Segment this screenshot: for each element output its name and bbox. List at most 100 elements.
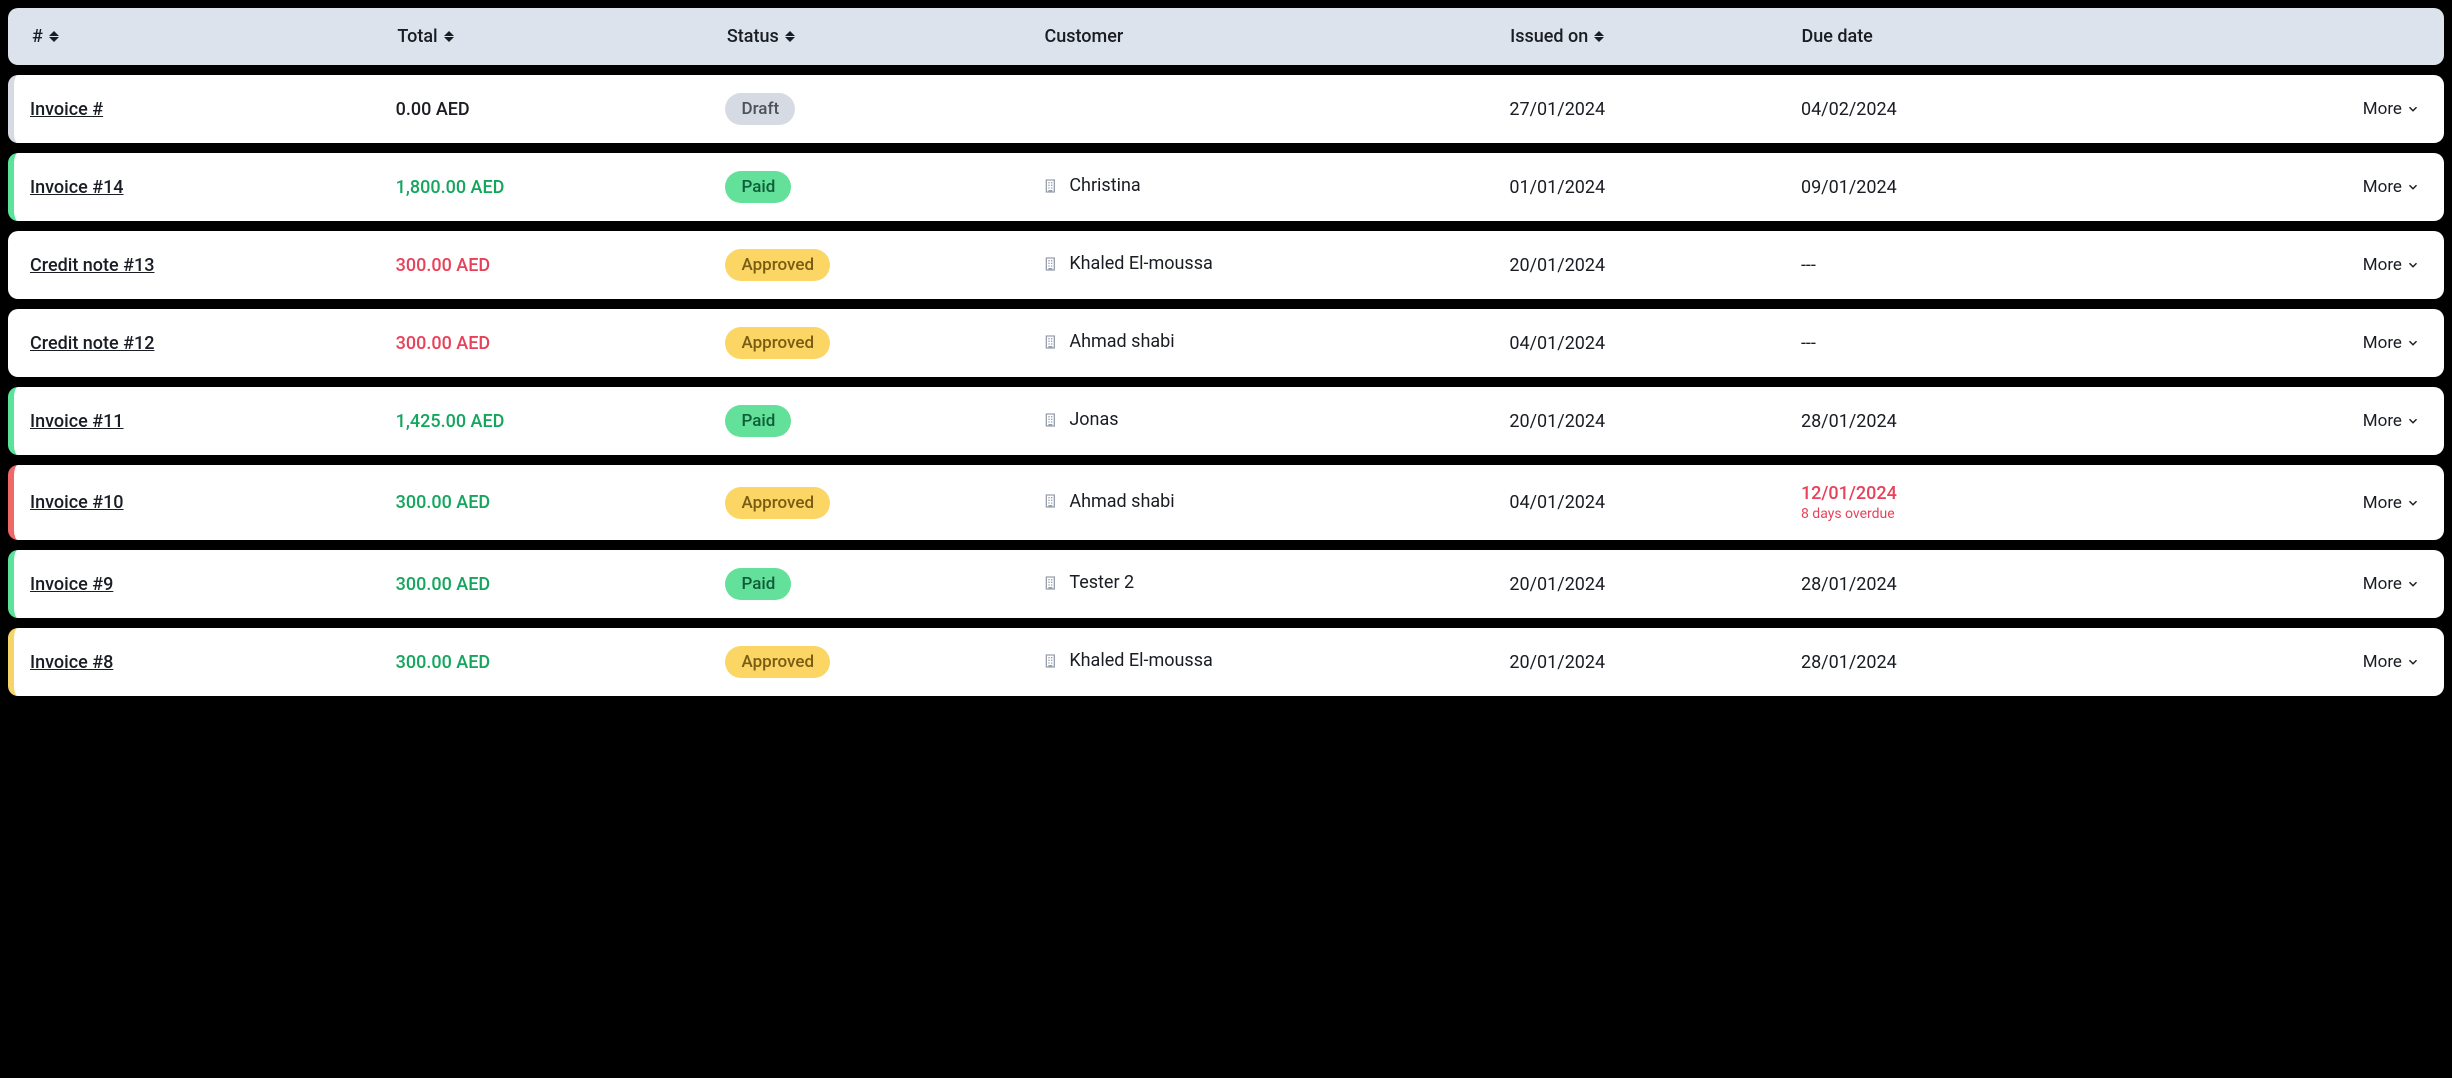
more-button[interactable]: More [2363,333,2420,353]
invoice-link[interactable]: Invoice # [30,99,103,120]
invoice-link[interactable]: Invoice #8 [30,652,113,673]
total-cell: 300.00 AED [396,255,726,276]
sort-number[interactable]: # [32,26,61,47]
building-icon [1043,493,1059,509]
more-button[interactable]: More [2363,411,2420,431]
more-label: More [2363,255,2402,275]
more-button[interactable]: More [2363,493,2420,513]
table-row: Invoice # 0.00 AED Draft 27/01/2024 04/0… [8,75,2444,143]
building-icon [1043,412,1059,428]
due-cell: --- [1801,255,2219,276]
due-cell: 28/01/2024 [1801,574,2219,595]
table-header: # Total Status Customer Issued on [8,8,2444,65]
total-cell: 1,800.00 AED [396,177,726,198]
chevron-down-icon [2406,414,2420,428]
table-row: Invoice #14 1,800.00 AED Paid Christina … [8,153,2444,221]
invoice-link[interactable]: Invoice #9 [30,574,113,595]
total-cell: 300.00 AED [396,333,726,354]
customer-cell: Khaled El-moussa [1043,650,1212,671]
chevron-down-icon [2406,577,2420,591]
more-label: More [2363,574,2402,594]
issued-cell: 20/01/2024 [1509,652,1801,673]
sort-total[interactable]: Total [397,26,455,47]
due-cell: 28/01/2024 [1801,411,2219,432]
sort-icon [1594,29,1606,45]
table-row: Credit note #13 300.00 AED Approved Khal… [8,231,2444,299]
header-due: Due date [1801,26,1872,47]
customer-cell: Christina [1043,175,1140,196]
chevron-down-icon [2406,258,2420,272]
customer-name: Jonas [1069,409,1118,430]
invoice-link[interactable]: Credit note #12 [30,333,154,354]
more-button[interactable]: More [2363,177,2420,197]
issued-cell: 20/01/2024 [1509,255,1801,276]
issued-cell: 04/01/2024 [1509,333,1801,354]
chevron-down-icon [2406,336,2420,350]
total-cell: 300.00 AED [396,652,726,673]
chevron-down-icon [2406,655,2420,669]
more-button[interactable]: More [2363,255,2420,275]
sort-status[interactable]: Status [727,26,797,47]
table-row: Invoice #10 300.00 AED Approved Ahmad sh… [8,465,2444,540]
more-label: More [2363,177,2402,197]
issued-cell: 27/01/2024 [1509,99,1801,120]
due-cell: 28/01/2024 [1801,652,2219,673]
sort-issued[interactable]: Issued on [1510,26,1606,47]
more-label: More [2363,99,2402,119]
more-label: More [2363,333,2402,353]
issued-cell: 04/01/2024 [1509,492,1801,513]
customer-cell: Ahmad shabi [1043,331,1174,352]
issued-cell: 01/01/2024 [1509,177,1801,198]
total-cell: 1,425.00 AED [396,411,726,432]
header-label-number: # [32,26,43,47]
status-badge: Paid [725,405,791,437]
building-icon [1043,178,1059,194]
more-button[interactable]: More [2363,652,2420,672]
due-cell: 09/01/2024 [1801,177,2219,198]
more-button[interactable]: More [2363,99,2420,119]
chevron-down-icon [2406,180,2420,194]
due-cell: 12/01/2024 8 days overdue [1801,483,2219,522]
building-icon [1043,575,1059,591]
chevron-down-icon [2406,102,2420,116]
total-cell: 300.00 AED [396,492,726,513]
customer-name: Khaled El-moussa [1069,253,1212,274]
invoice-link[interactable]: Invoice #11 [30,411,124,432]
building-icon [1043,653,1059,669]
due-cell: 04/02/2024 [1801,99,2219,120]
more-button[interactable]: More [2363,574,2420,594]
sort-icon [444,29,456,45]
header-label-total: Total [397,26,437,47]
total-cell: 0.00 AED [396,99,726,120]
header-customer: Customer [1044,26,1123,47]
chevron-down-icon [2406,496,2420,510]
customer-name: Christina [1069,175,1140,196]
overdue-text: 8 days overdue [1801,506,2219,522]
table-row: Credit note #12 300.00 AED Approved Ahma… [8,309,2444,377]
sort-icon [49,29,61,45]
invoice-link[interactable]: Invoice #14 [30,177,124,198]
customer-name: Ahmad shabi [1069,331,1174,352]
customer-cell: Khaled El-moussa [1043,253,1212,274]
customer-cell: Ahmad shabi [1043,491,1174,512]
status-badge: Paid [725,568,791,600]
total-cell: 300.00 AED [396,574,726,595]
more-label: More [2363,493,2402,513]
invoice-link[interactable]: Credit note #13 [30,255,154,276]
status-badge: Approved [725,646,830,678]
status-badge: Approved [725,327,830,359]
sort-icon [785,29,797,45]
more-label: More [2363,652,2402,672]
table-row: Invoice #8 300.00 AED Approved Khaled El… [8,628,2444,696]
issued-cell: 20/01/2024 [1509,574,1801,595]
customer-cell: Tester 2 [1043,572,1134,593]
table-row: Invoice #11 1,425.00 AED Paid Jonas 20/0… [8,387,2444,455]
invoice-link[interactable]: Invoice #10 [30,492,124,513]
customer-name: Ahmad shabi [1069,491,1174,512]
header-label-status: Status [727,26,779,47]
customer-cell: Jonas [1043,409,1118,430]
building-icon [1043,256,1059,272]
customer-name: Tester 2 [1069,572,1134,593]
status-badge: Paid [725,171,791,203]
header-label-customer: Customer [1044,26,1123,47]
